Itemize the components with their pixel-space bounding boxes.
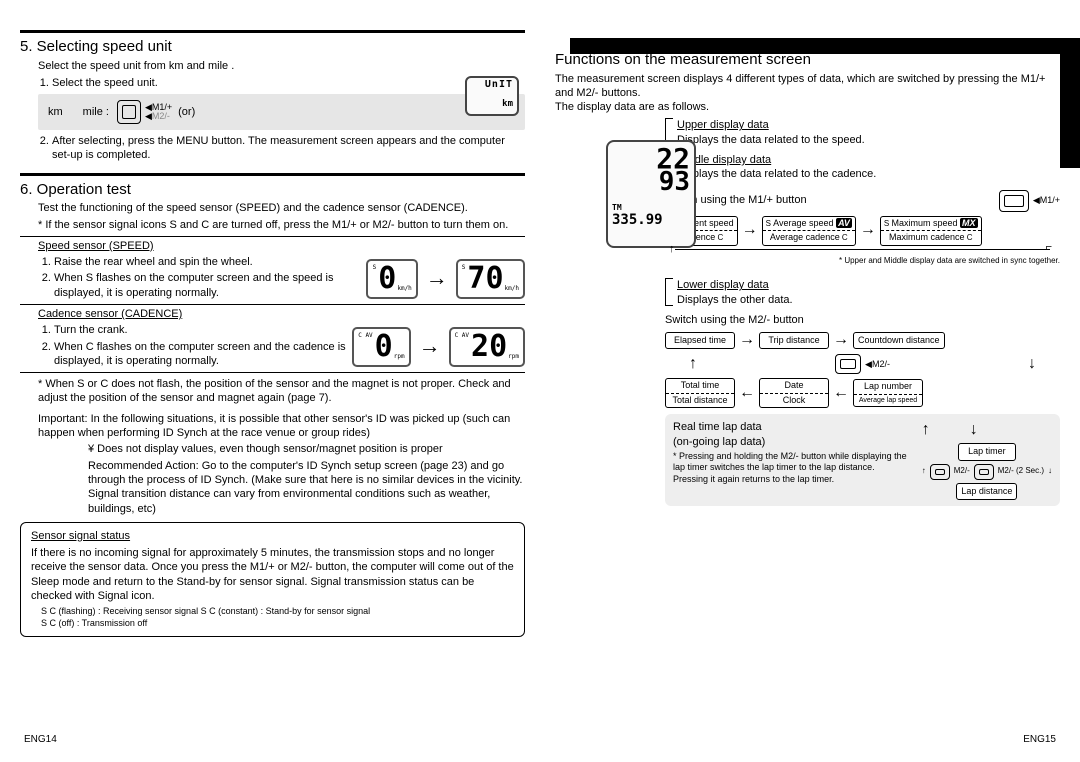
cadence-lcd-sequence: C AV0rpm → C AV20rpm <box>352 327 525 367</box>
important-label: Important: <box>38 413 88 425</box>
speed-lcd-sequence: S0km/h → S70km/h <box>366 259 525 299</box>
realtime-lap-note: * Pressing and holding the M2/- button w… <box>673 451 912 486</box>
chip-max-speed: S Maximum speed MX Maximum cadence C <box>880 216 982 246</box>
lcd-unit-display: UnIT km <box>465 76 519 116</box>
sensor-flash-note: * When S or C does not flash, the positi… <box>38 377 525 406</box>
header-black-bar <box>570 38 1060 54</box>
text-speed-unit-intro: Select the speed unit from km and mile . <box>38 59 525 73</box>
chip-elapsed: Elapsed time <box>665 332 735 350</box>
page-number-right: ENG15 <box>1023 733 1056 746</box>
sensor-signal-status-box: Sensor signal status If there is no inco… <box>20 522 525 637</box>
functions-intro1: The measurement screen displays 4 differ… <box>555 72 1060 101</box>
subhead-speed-sensor: Speed sensor (SPEED) <box>38 239 525 253</box>
side-black-tab <box>1060 38 1080 168</box>
page-number-left: ENG14 <box>24 733 57 746</box>
device-icon <box>974 464 994 480</box>
unit-selector-box: km mile : ◀M1/+ ◀M2/- (or) <box>38 94 525 130</box>
device-icon <box>999 190 1029 212</box>
chip-laptimer: Lap timer <box>958 443 1016 461</box>
device-icon <box>930 464 950 480</box>
middle-display-head: Middle display data <box>677 153 876 167</box>
device-icon <box>117 100 141 124</box>
chip-trip: Trip distance <box>759 332 829 350</box>
subhead-signal-status: Sensor signal status <box>31 529 514 543</box>
realtime-lap-sub: (on-going lap data) <box>673 435 912 449</box>
chip-lapdist: Lap distance <box>956 483 1017 501</box>
sync-note: * Upper and Middle display data are swit… <box>665 256 1060 266</box>
chip-total: Total time Total distance <box>665 378 735 408</box>
unit-mile: mile : <box>83 105 109 119</box>
or-label: (or) <box>178 105 195 119</box>
step-press-menu: After selecting, press the MENU button. … <box>52 134 525 163</box>
recommended-action-label: Recommended Action: <box>88 460 199 472</box>
m2-label: M2/- <box>872 359 890 369</box>
signal-line1: S C (flashing) : Receiving sensor signal… <box>41 606 514 618</box>
m2-hold: M2/- (2 Sec.) <box>998 466 1044 476</box>
chip-countdown: Countdown distance <box>853 332 945 350</box>
cad-step1: Turn the crank. <box>54 323 348 337</box>
m2-short: M2/- <box>954 466 970 476</box>
upper-display-head: Upper display data <box>677 118 865 132</box>
signal-line2: S C (off) : Transmission off <box>41 618 514 630</box>
speed-step1: Raise the rear wheel and spin the wheel. <box>54 255 362 269</box>
realtime-lap-head: Real time lap data <box>673 420 912 434</box>
switch-lower-label: Switch using the M2/- button <box>665 313 1060 327</box>
lower-display-text: Displays the other data. <box>677 293 793 307</box>
functions-intro2: The display data are as follows. <box>555 100 1060 114</box>
text-optest-intro: Test the functioning of the speed sensor… <box>38 201 525 215</box>
subhead-cadence-sensor: Cadence sensor (CADENCE) <box>38 307 525 321</box>
lap-data-box: Real time lap data (on-going lap data) *… <box>665 414 1060 506</box>
unit-km: km <box>48 105 63 119</box>
text-optest-note: * If the sensor signal icons S and C are… <box>38 218 525 232</box>
signal-status-text: If there is no incoming signal for appro… <box>31 546 514 603</box>
left-page: 5. Selecting speed unit Select the speed… <box>20 30 525 639</box>
cad-step2: When C flashes on the computer screen an… <box>54 340 348 369</box>
measurement-screen-lcd: 22 93 TM335.99 <box>606 140 696 248</box>
upper-display-text: Displays the data related to the speed. <box>677 133 865 147</box>
right-page: Functions on the measurement screen The … <box>555 30 1060 639</box>
m1-label: M1/+ <box>1040 195 1060 205</box>
speed-step2: When S flashes on the computer screen an… <box>54 271 362 300</box>
lower-display-head: Lower display data <box>677 278 793 292</box>
important-bullet: ¥ Does not display values, even though s… <box>88 442 525 456</box>
chip-lapnum: Lap number Average lap speed <box>853 379 923 407</box>
btn-m2-label: M2/- <box>152 111 170 121</box>
heading-operation-test: 6. Operation test <box>20 173 525 200</box>
chip-avg-speed: S Average speed AV Average cadence C <box>762 216 856 246</box>
important-text: In the following situations, it is possi… <box>38 413 510 439</box>
chip-date: Date Clock <box>759 378 829 408</box>
step-select-unit: Select the speed unit. <box>52 76 525 90</box>
device-icon <box>835 354 861 374</box>
heading-speed-unit: 5. Selecting speed unit <box>20 30 525 57</box>
middle-display-text: Displays the data related to the cadence… <box>677 167 876 181</box>
